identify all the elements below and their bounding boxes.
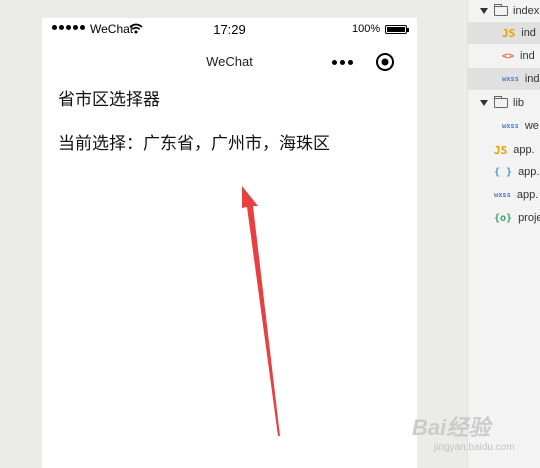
page-content: 省市区选择器 当前选择：广东省，广州市，海珠区 [58, 88, 330, 156]
watermark-brand-sub: 经验 [446, 415, 491, 440]
baidu-watermark: Bai经验 jingyan.baidu.com [412, 410, 540, 460]
watermark-brand: Bai [412, 415, 447, 440]
tree-file-index-wxml[interactable]: <> ind [468, 45, 540, 67]
tree-file-weui-wxss[interactable]: wxss we [468, 115, 540, 137]
file-tree: index JS ind <> ind wxss ind lib wxss we… [467, 0, 540, 468]
battery-icon [385, 25, 409, 34]
json-file-icon: { } [494, 166, 513, 178]
wxss-file-icon: wxss [502, 122, 519, 130]
folder-icon [494, 4, 508, 16]
tree-item-label: ind [521, 27, 536, 39]
tree-item-label: app. [518, 166, 540, 178]
nav-bar: WeChat [42, 42, 417, 80]
tree-file-index-js[interactable]: JS ind [468, 22, 540, 44]
expand-arrow-icon [480, 100, 488, 106]
tree-item-label: lib [513, 97, 525, 109]
phone-simulator: WeChat 17:29 100% WeChat 省市区选择器 当前选择：广东省… [42, 18, 417, 468]
tree-file-app-json[interactable]: { } app. [468, 161, 540, 183]
tree-item-label: index [513, 5, 540, 17]
tree-folder-lib[interactable]: lib [468, 92, 540, 114]
tree-file-index-wxss[interactable]: wxss ind [468, 68, 540, 90]
page-title: 省市区选择器 [58, 90, 160, 109]
tree-file-app-wxss[interactable]: wxss app. [468, 184, 540, 206]
watermark-url: jingyan.baidu.com [434, 442, 515, 453]
wxss-file-icon: wxss [494, 191, 511, 199]
tree-item-label: we [524, 120, 539, 132]
wxss-file-icon: wxss [502, 75, 519, 83]
target-icon[interactable] [375, 52, 395, 72]
nav-title: WeChat [206, 54, 253, 69]
project-config-icon: {o} [494, 212, 513, 224]
tree-item-label: proje [518, 212, 540, 224]
more-dots-icon[interactable] [332, 60, 353, 65]
js-file-icon: JS [494, 143, 508, 157]
battery-percent: 100% [352, 23, 381, 35]
tree-file-project-config[interactable]: {o} proje [468, 207, 540, 229]
js-file-icon: JS [502, 26, 516, 40]
tree-item-label: app. [513, 144, 535, 156]
battery-fill [387, 27, 405, 32]
tree-file-app-js[interactable]: JS app. [468, 139, 540, 161]
tree-item-label: ind [524, 73, 540, 85]
current-selection-text: 当前选择：广东省，广州市，海珠区 [58, 134, 330, 153]
tree-item-label: ind [520, 50, 535, 62]
expand-arrow-icon [480, 8, 488, 14]
folder-icon [494, 96, 508, 108]
markup-file-icon: <> [502, 50, 515, 62]
status-bar: WeChat 17:29 100% [42, 18, 417, 42]
tree-folder-index[interactable]: index [468, 0, 540, 22]
annotation-arrow [242, 186, 280, 436]
tree-item-label: app. [516, 189, 539, 201]
